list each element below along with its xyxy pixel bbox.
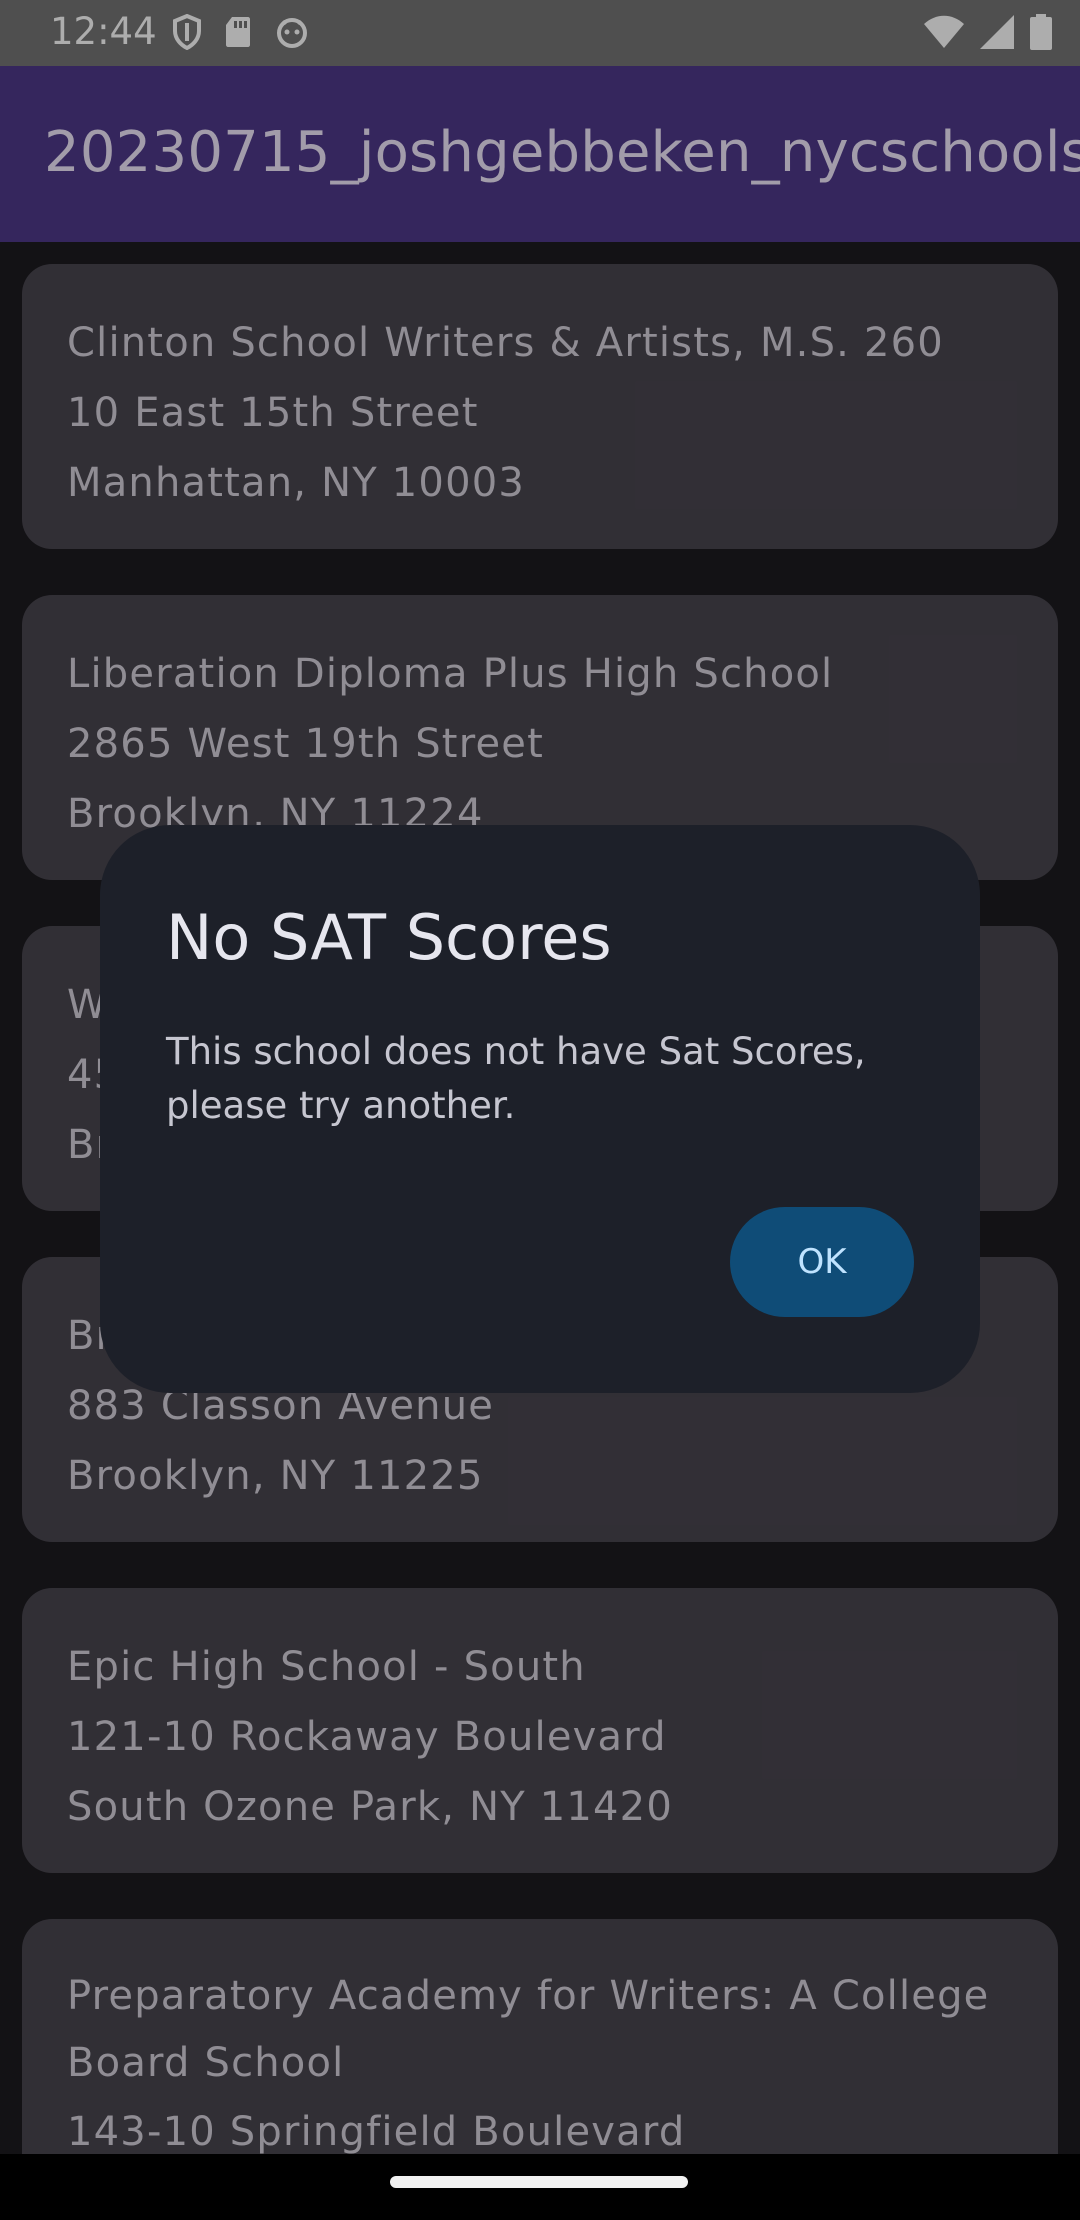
dialog-message: This school does not have Sat Scores, pl… (166, 1030, 866, 1127)
no-sat-scores-dialog: No SAT Scores This school does not have … (100, 825, 980, 1393)
home-gesture-handle[interactable] (390, 2176, 688, 2188)
ok-button[interactable]: OK (730, 1207, 914, 1317)
navigation-bar (0, 2154, 1080, 2220)
dialog-title: No SAT Scores (166, 901, 612, 974)
